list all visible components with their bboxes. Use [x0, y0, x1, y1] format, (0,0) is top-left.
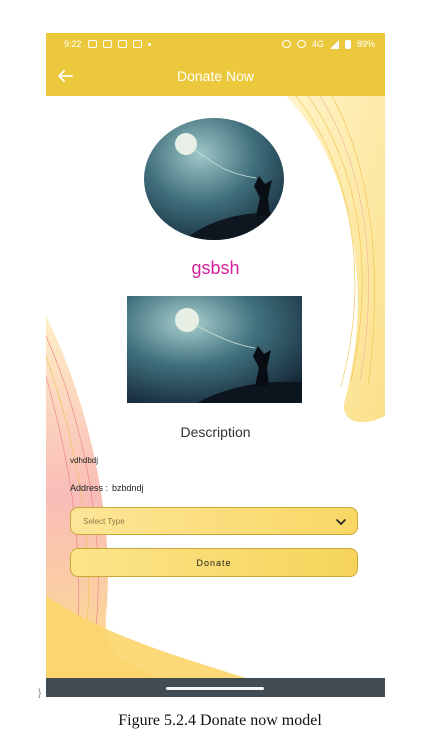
phone-screen: 9:22 4G 89% Donate Now gsbsh Description… — [46, 33, 385, 697]
message-icon — [87, 40, 97, 48]
home-gesture-handle[interactable] — [166, 687, 264, 690]
status-time: 9:22 — [64, 39, 82, 49]
network-label: 4G — [311, 39, 324, 49]
arrow-left-icon[interactable] — [56, 67, 74, 85]
navigation-bar — [46, 678, 385, 697]
data-saver-icon — [296, 40, 306, 48]
figure-caption: Figure 5.2.4 Donate now model — [118, 712, 322, 729]
donate-content: gsbsh Description vdhdbdj Address: bzbd… — [46, 96, 385, 678]
status-left: 9:22 — [64, 39, 151, 49]
avatar — [144, 118, 284, 240]
address-row: Address : bzbdndj — [70, 483, 144, 493]
app-bar: Donate Now — [46, 55, 385, 96]
signal-icon — [329, 39, 339, 49]
page-mark: } — [38, 688, 42, 699]
description-heading: Description — [180, 424, 251, 440]
more-notifications-dot-icon — [147, 42, 151, 46]
address-value: bzbdndj — [112, 483, 144, 493]
description-text: vdhdbdj — [70, 456, 99, 465]
battery-icon — [344, 39, 351, 49]
status-right: 4G 89% — [281, 39, 375, 49]
app-notification-icon — [102, 40, 112, 48]
alarm-icon — [281, 40, 291, 48]
avatar-image — [144, 118, 284, 240]
donation-photo — [127, 296, 302, 403]
select-type-dropdown[interactable]: Select Type — [70, 507, 358, 535]
username: gsbsh — [191, 258, 240, 278]
page-title: Donate Now — [176, 67, 255, 84]
address-label: Address : — [70, 483, 109, 493]
instagram-icon — [117, 40, 127, 48]
chevron-down-icon — [336, 519, 346, 525]
status-bar: 9:22 4G 89% — [46, 33, 385, 55]
select-type-placeholder: Select Type — [83, 516, 125, 526]
donate-button[interactable]: Donate — [70, 548, 358, 577]
instagram-icon-2 — [132, 40, 142, 48]
battery-percent: 89% — [356, 39, 375, 49]
donation-image — [127, 296, 302, 403]
